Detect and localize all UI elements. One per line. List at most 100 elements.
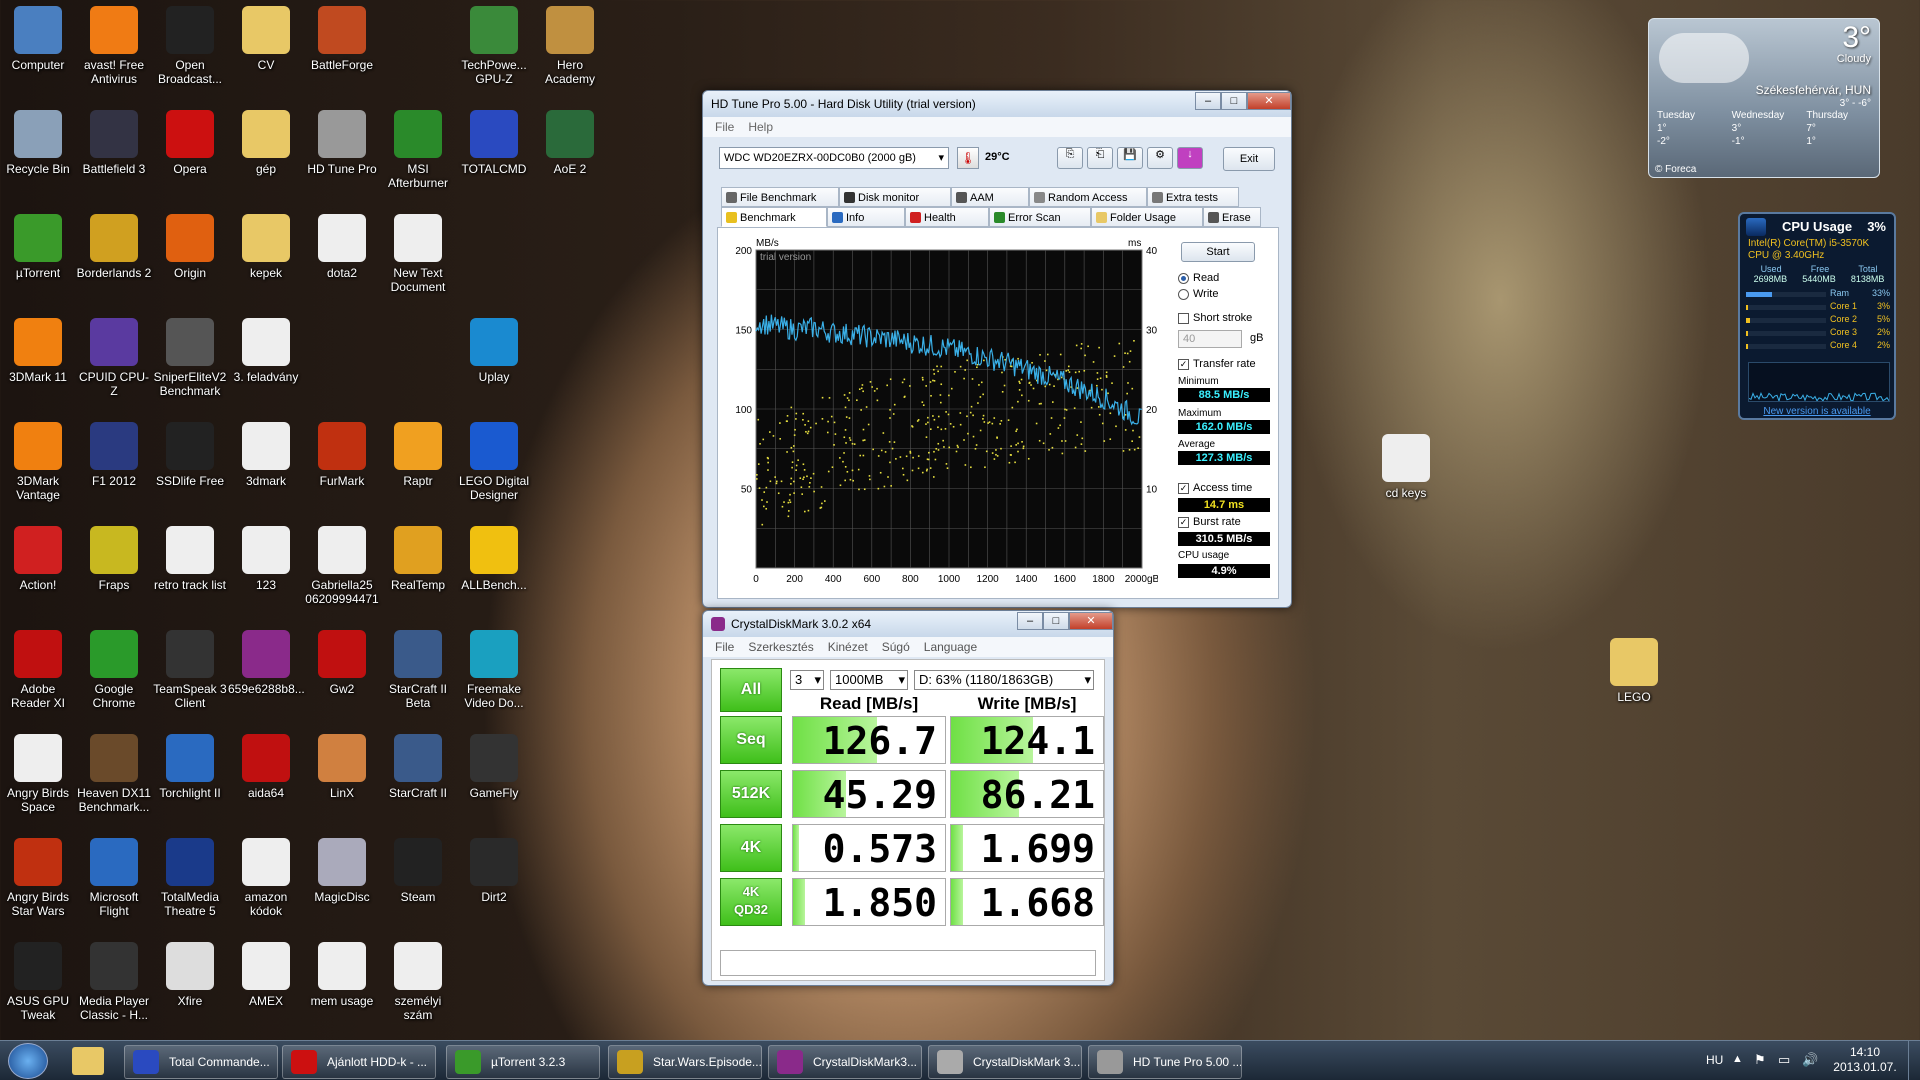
tab-benchmark[interactable]: Benchmark: [721, 207, 827, 227]
desktop-icon-google-chrome[interactable]: Google Chrome: [76, 624, 152, 710]
desktop-icon-123[interactable]: 123: [228, 520, 304, 592]
taskbar-item-crystaldiskmark-3[interactable]: CrystalDiskMark 3...: [928, 1045, 1082, 1079]
test-button-4k[interactable]: 4K: [720, 824, 782, 872]
test-button-seq[interactable]: Seq: [720, 716, 782, 764]
desktop-icon-msi-afterburner[interactable]: MSI Afterburner: [380, 104, 456, 190]
desktop-icon-linx[interactable]: LinX: [304, 728, 380, 800]
tab-health[interactable]: Health: [905, 207, 989, 227]
menu-help[interactable]: Súgó: [882, 640, 910, 654]
new-version-link[interactable]: New version is available: [1740, 406, 1894, 417]
tab-info[interactable]: Info: [827, 207, 905, 227]
size-select[interactable]: 1000MB ▾: [830, 670, 908, 690]
desktop-icon-totalmedia-theatre-5[interactable]: TotalMedia Theatre 5: [152, 832, 228, 918]
desktop-icon-szem-lyi-sz-m[interactable]: személyi szám: [380, 936, 456, 1022]
desktop-icon-totalcmd[interactable]: TOTALCMD: [456, 104, 532, 176]
test-button-4k-qd32[interactable]: 4K QD32: [720, 878, 782, 926]
tab-extra-tests[interactable]: Extra tests: [1147, 187, 1239, 207]
desktop-icon-realtemp[interactable]: RealTemp: [380, 520, 456, 592]
taskbar-item-hd-tune-pro-5-00[interactable]: HD Tune Pro 5.00 ...: [1088, 1045, 1242, 1079]
all-button[interactable]: All: [720, 668, 782, 712]
start-button[interactable]: Start: [1181, 242, 1255, 262]
desktop-icon-cd-keys[interactable]: cd keys: [1368, 428, 1444, 500]
desktop-icon-steam[interactable]: Steam: [380, 832, 456, 904]
tab-aam[interactable]: AAM: [951, 187, 1029, 207]
desktop-icon-asus-gpu-tweak[interactable]: ASUS GPU Tweak: [0, 936, 76, 1022]
desktop-icon-microsoft-flight[interactable]: Microsoft Flight: [76, 832, 152, 918]
menu-view[interactable]: Kinézet: [828, 640, 868, 654]
explorer-folder-icon[interactable]: [72, 1047, 104, 1075]
desktop-icon-angry-birds-star-wars[interactable]: Angry Birds Star Wars: [0, 832, 76, 918]
comment-field[interactable]: [720, 950, 1096, 976]
desktop-icon-sniperelitev2-benchmark[interactable]: SniperEliteV2 Benchmark: [152, 312, 228, 398]
copy-info-icon[interactable]: ⎘: [1057, 147, 1083, 169]
menu-edit[interactable]: Szerkesztés: [748, 640, 813, 654]
desktop-icon-dota2[interactable]: dota2: [304, 208, 380, 280]
copy-text-icon[interactable]: ⎗: [1087, 147, 1113, 169]
desktop-icon-teamspeak-3-client[interactable]: TeamSpeak 3 Client: [152, 624, 228, 710]
tab-folder-usage[interactable]: Folder Usage: [1091, 207, 1203, 227]
desktop-icon-angry-birds-space[interactable]: Angry Birds Space: [0, 728, 76, 814]
desktop-icon-aoe-2[interactable]: AoE 2: [532, 104, 608, 176]
desktop-icon-g-p[interactable]: gép: [228, 104, 304, 176]
network-icon[interactable]: ▭: [1778, 1052, 1790, 1068]
flag-icon[interactable]: ⚑: [1754, 1052, 1766, 1068]
burst-rate-checkbox[interactable]: ✓ Burst rate: [1178, 516, 1241, 528]
stroke-size-input[interactable]: 40: [1178, 330, 1242, 348]
desktop-icon-f1-2012[interactable]: F1 2012: [76, 416, 152, 488]
desktop-icon-action[interactable]: Action!: [0, 520, 76, 592]
desktop-icon-gamefly[interactable]: GameFly: [456, 728, 532, 800]
desktop-icon-mem-usage[interactable]: mem usage: [304, 936, 380, 1008]
maximize-button[interactable]: □: [1221, 92, 1247, 110]
desktop-icon-3dmark-vantage[interactable]: 3DMark Vantage: [0, 416, 76, 502]
save-icon[interactable]: 💾: [1117, 147, 1143, 169]
desktop-icon-lego[interactable]: LEGO: [1596, 632, 1672, 704]
desktop-icon-uplay[interactable]: Uplay: [456, 312, 532, 384]
weather-gadget[interactable]: 3° Cloudy Székesfehérvár, HUN 3° - -6° T…: [1648, 18, 1880, 178]
desktop-icon-lego-digital-designer[interactable]: LEGO Digital Designer: [456, 416, 532, 502]
desktop-icon-retro-track-list[interactable]: retro track list: [152, 520, 228, 592]
start-button[interactable]: [8, 1043, 48, 1079]
desktop-icon-aida64[interactable]: aida64: [228, 728, 304, 800]
desktop-icon-battleforge[interactable]: BattleForge: [304, 0, 380, 72]
volume-icon[interactable]: 🔊: [1802, 1052, 1818, 1068]
test-button-512k[interactable]: 512K: [720, 770, 782, 818]
desktop-icon-gabriella25-06209994471[interactable]: Gabriella25 06209994471: [304, 520, 380, 606]
desktop-icon-origin[interactable]: Origin: [152, 208, 228, 280]
minimize-button[interactable]: ‒: [1017, 612, 1043, 630]
desktop-icon-avast-free-antivirus[interactable]: avast! Free Antivirus: [76, 0, 152, 86]
desktop-icon-cv[interactable]: CV: [228, 0, 304, 72]
desktop-icon-kepek[interactable]: kepek: [228, 208, 304, 280]
desktop-icon-hero-academy[interactable]: Hero Academy: [532, 0, 608, 86]
taskbar-item-crystaldiskmark3[interactable]: CrystalDiskMark3...: [768, 1045, 922, 1079]
short-stroke-checkbox[interactable]: Short stroke: [1178, 312, 1252, 324]
desktop-icon-open-broadcast[interactable]: Open Broadcast...: [152, 0, 228, 86]
desktop-icon-battlefield-3[interactable]: Battlefield 3: [76, 104, 152, 176]
desktop-icon-starcraft-ii[interactable]: StarCraft II: [380, 728, 456, 800]
desktop-icon-hd-tune-pro[interactable]: HD Tune Pro: [304, 104, 380, 176]
desktop-icon-amex[interactable]: AMEX: [228, 936, 304, 1008]
desktop-icon-3dmark[interactable]: 3dmark: [228, 416, 304, 488]
desktop-icon-computer[interactable]: Computer: [0, 0, 76, 72]
desktop-icon-raptr[interactable]: Raptr: [380, 416, 456, 488]
desktop-icon-dirt2[interactable]: Dirt2: [456, 832, 532, 904]
desktop-icon-opera[interactable]: Opera: [152, 104, 228, 176]
language-indicator[interactable]: HU: [1706, 1053, 1723, 1067]
desktop-icon-3-feladv-ny[interactable]: 3. feladvány: [228, 312, 304, 384]
show-desktop-button[interactable]: [1908, 1041, 1920, 1080]
hdtune-titlebar[interactable]: HD Tune Pro 5.00 - Hard Disk Utility (tr…: [703, 91, 1291, 117]
desktop-icon-furmark[interactable]: FurMark: [304, 416, 380, 488]
tab-file-benchmark[interactable]: File Benchmark: [721, 187, 839, 207]
desktop-icon-3dmark-11[interactable]: 3DMark 11: [0, 312, 76, 384]
drive-select[interactable]: D: 63% (1180/1863GB) ▾: [914, 670, 1094, 690]
close-button[interactable]: ✕: [1247, 92, 1291, 110]
desktop-icon-xfire[interactable]: Xfire: [152, 936, 228, 1008]
desktop-icon-new-text-document[interactable]: New Text Document: [380, 208, 456, 294]
desktop-icon-techpowe-gpu-z[interactable]: TechPowe... GPU-Z: [456, 0, 532, 86]
maximize-button[interactable]: □: [1043, 612, 1069, 630]
tab-erase[interactable]: Erase: [1203, 207, 1261, 227]
exit-button[interactable]: Exit: [1223, 147, 1275, 171]
desktop-icon-659e6288b8[interactable]: 659e6288b8...: [228, 624, 305, 696]
desktop-icon-fraps[interactable]: Fraps: [76, 520, 152, 592]
show-hidden-icons-icon[interactable]: ▲: [1732, 1053, 1743, 1065]
desktop-icon-media-player-classic-h[interactable]: Media Player Classic - H...: [76, 936, 152, 1022]
